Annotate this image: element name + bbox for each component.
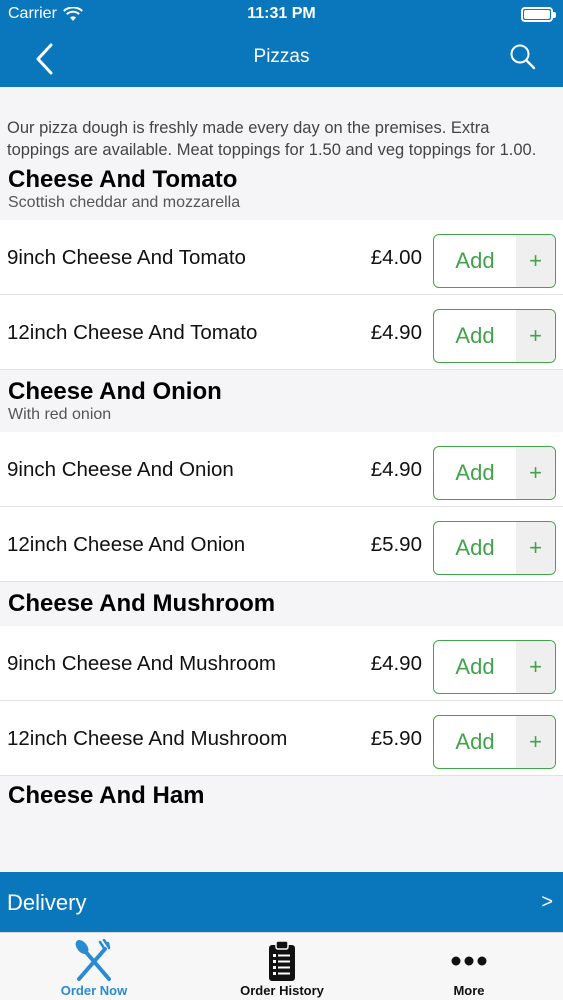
item-name: 12inch Cheese And Onion — [7, 533, 246, 556]
add-label: Add — [455, 323, 495, 348]
menu-item: 12inch Cheese And Onion £5.90 Add + — [0, 507, 563, 582]
fork-knife-icon — [75, 939, 111, 981]
add-button[interactable]: Add + — [433, 521, 556, 575]
clipboard-icon — [269, 940, 295, 981]
tab-more[interactable]: More — [375, 933, 563, 1000]
chevron-right-icon: > — [541, 891, 553, 913]
tab-label: Order Now — [60, 983, 128, 998]
section-header: Cheese And Onion With red onion — [0, 370, 563, 432]
menu-item: 9inch Cheese And Mushroom £4.90 Add + — [0, 626, 563, 701]
section-header: Cheese And Tomato Scottish cheddar and m… — [0, 161, 563, 220]
item-price: £5.90 — [370, 533, 422, 556]
add-label: Add — [455, 460, 495, 485]
section-header: Cheese And Ham — [0, 776, 563, 810]
item-price: £4.90 — [370, 321, 422, 344]
plus-icon: + — [516, 716, 555, 768]
tab-label: Order History — [240, 983, 324, 998]
item-price: £5.90 — [370, 727, 422, 750]
item-price: £4.90 — [370, 652, 422, 675]
section-subtitle: With red onion — [8, 406, 112, 423]
menu-item: 9inch Cheese And Tomato £4.00 Add + — [0, 220, 563, 295]
battery-icon — [521, 7, 556, 22]
header: Carrier 11:31 PM Pizzas — [0, 0, 563, 87]
add-button[interactable]: Add + — [433, 446, 556, 500]
section-subtitle: Scottish cheddar and mozzarella — [8, 194, 241, 211]
menu-item: 12inch Cheese And Tomato £4.90 Add + — [0, 295, 563, 370]
add-label: Add — [455, 535, 495, 560]
add-button[interactable]: Add + — [433, 640, 556, 694]
section-title: Cheese And Mushroom — [8, 590, 276, 617]
plus-icon: + — [516, 641, 555, 693]
menu-item: 12inch Cheese And Mushroom £5.90 Add + — [0, 701, 563, 776]
item-price: £4.00 — [370, 246, 422, 269]
plus-icon: + — [516, 235, 555, 287]
add-label: Add — [455, 248, 495, 273]
tab-label: More — [453, 983, 485, 998]
page-title: Pizzas — [253, 46, 310, 67]
tab-order-history[interactable]: Order History — [188, 933, 376, 1000]
plus-icon: + — [516, 310, 555, 362]
section-title: Cheese And Onion — [8, 378, 222, 405]
add-button[interactable]: Add + — [433, 715, 556, 769]
menu-intro: Our pizza dough is freshly made every da… — [7, 119, 537, 159]
add-label: Add — [455, 729, 495, 754]
menu-content[interactable]: Our pizza dough is freshly made every da… — [0, 87, 563, 872]
more-dots-icon — [451, 956, 487, 966]
add-button[interactable]: Add + — [433, 234, 556, 288]
add-button[interactable]: Add + — [433, 309, 556, 363]
search-icon[interactable] — [509, 43, 537, 71]
plus-icon: + — [516, 447, 555, 499]
section-title: Cheese And Ham — [8, 782, 205, 809]
plus-icon: + — [516, 522, 555, 574]
item-name: 9inch Cheese And Mushroom — [7, 652, 276, 675]
delivery-label: Delivery — [7, 890, 87, 915]
nav-bar: Pizzas — [0, 30, 563, 87]
add-label: Add — [455, 654, 495, 679]
item-name: 9inch Cheese And Onion — [7, 458, 234, 481]
section-title: Cheese And Tomato — [8, 166, 238, 193]
section-header: Cheese And Mushroom — [0, 582, 563, 626]
item-name: 12inch Cheese And Tomato — [7, 321, 258, 344]
delivery-bar[interactable]: Delivery > — [0, 872, 563, 932]
item-price: £4.90 — [370, 458, 422, 481]
tab-order-now[interactable]: Order Now — [0, 933, 188, 1000]
tab-bar: Order Now Order History More — [0, 932, 563, 1000]
item-name: 9inch Cheese And Tomato — [7, 246, 246, 269]
menu-item: 9inch Cheese And Onion £4.90 Add + — [0, 432, 563, 507]
status-bar: Carrier 11:31 PM — [0, 0, 563, 30]
status-time: 11:31 PM — [247, 5, 316, 22]
item-name: 12inch Cheese And Mushroom — [7, 727, 288, 750]
